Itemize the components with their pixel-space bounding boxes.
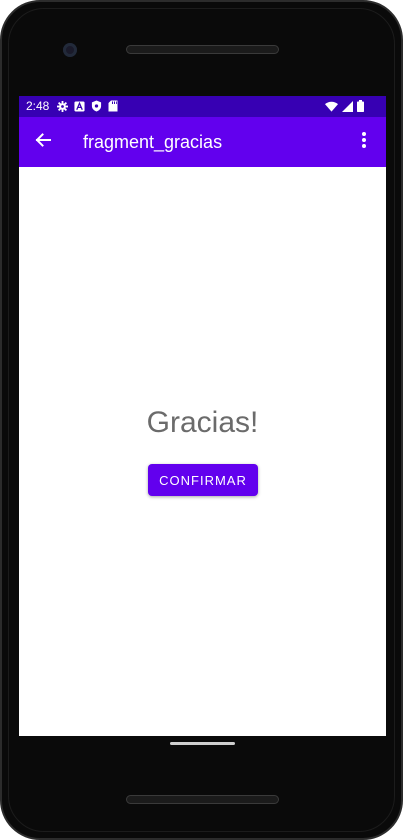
shield-icon [91, 100, 102, 115]
sd-card-icon [108, 100, 118, 115]
front-camera [63, 43, 77, 57]
arrow-back-icon [34, 131, 52, 154]
status-icons-left [57, 100, 118, 115]
back-button[interactable] [31, 130, 55, 154]
phone-frame: 2:48 fragment_gracias Gracias! CONFIRMAR [0, 0, 403, 840]
app-bar: fragment_gracias [19, 117, 386, 167]
a-icon [74, 100, 85, 115]
wifi-icon [325, 101, 338, 115]
overflow-menu-button[interactable] [352, 130, 376, 154]
bottom-speaker [126, 795, 279, 804]
signal-icon [342, 100, 353, 115]
more-vert-icon [361, 131, 367, 154]
battery-icon [357, 100, 364, 115]
thank-you-message: Gracias! [146, 406, 259, 439]
status-icons-right [325, 100, 364, 115]
screen: 2:48 fragment_gracias Gracias! CONFIRMAR [19, 96, 386, 736]
status-bar: 2:48 [19, 96, 386, 117]
status-time: 2:48 [26, 99, 50, 113]
app-bar-title: fragment_gracias [83, 132, 223, 152]
gear-icon [57, 100, 68, 115]
top-speaker [126, 45, 279, 54]
fragment-content: Gracias! CONFIRMAR [19, 167, 386, 736]
confirm-button[interactable]: CONFIRMAR [148, 464, 258, 496]
home-gesture-handle[interactable] [170, 742, 235, 745]
